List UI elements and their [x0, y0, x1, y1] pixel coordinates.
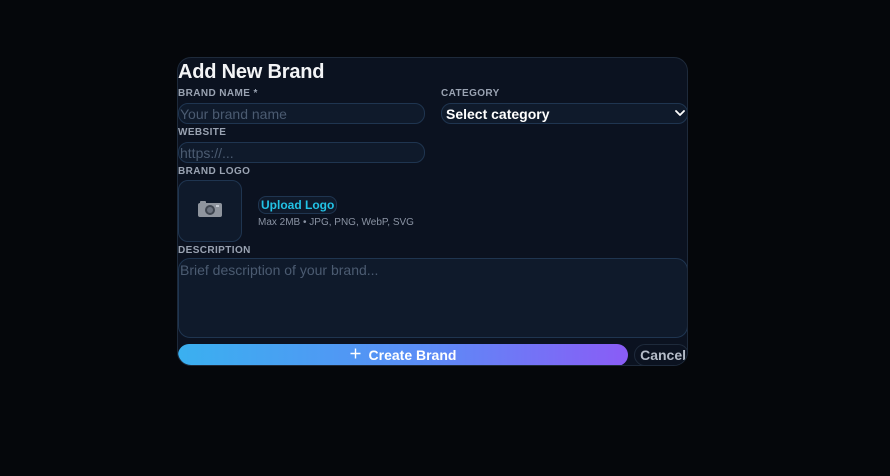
upload-logo-button[interactable]: Upload Logo: [258, 196, 338, 214]
description-label: DESCRIPTION: [178, 245, 251, 256]
plus-icon: [350, 348, 361, 362]
upload-hint: Max 2MB • JPG, PNG, WebP, SVG: [258, 217, 414, 228]
create-brand-button[interactable]: Create Brand: [178, 344, 628, 365]
website-label: WEBSITE: [178, 127, 227, 138]
create-brand-label: Create Brand: [368, 347, 457, 363]
brand-name-input[interactable]: [178, 103, 425, 124]
logo-preview[interactable]: [178, 180, 242, 242]
brand-logo-label: BRAND LOGO: [178, 166, 251, 177]
camera-icon: [197, 200, 223, 223]
chevron-down-icon: [675, 109, 685, 119]
add-brand-modal: Add New Brand BRAND NAME * CATEGORY Sele…: [177, 57, 688, 366]
cancel-label: Cancel: [640, 347, 686, 363]
modal-title: Add New Brand: [178, 61, 325, 83]
brand-name-label: BRAND NAME *: [178, 88, 258, 99]
category-selected-value: Select category: [446, 105, 550, 122]
cancel-button[interactable]: Cancel: [634, 344, 687, 365]
category-label: CATEGORY: [441, 88, 500, 99]
description-textarea[interactable]: [178, 258, 687, 338]
category-select[interactable]: Select category: [441, 103, 687, 124]
website-input[interactable]: [178, 142, 425, 163]
